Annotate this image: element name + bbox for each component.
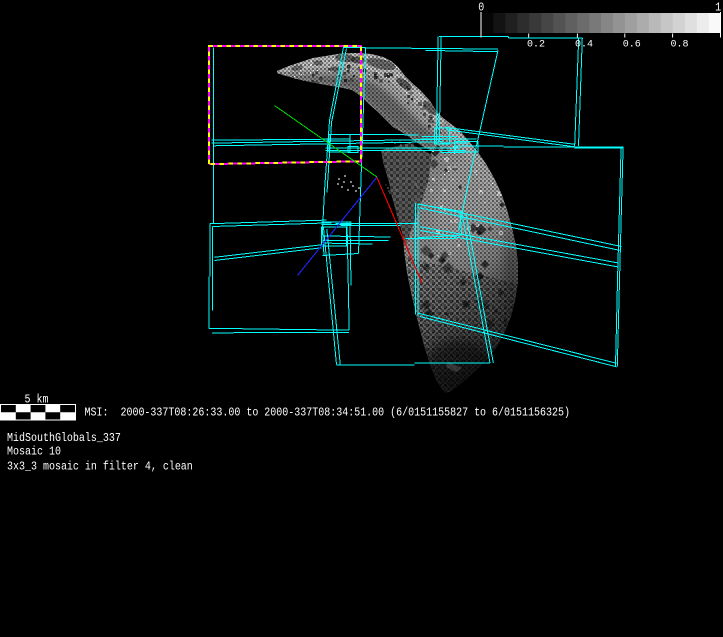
svg-text:3x3_3 mosaic in filter 4, clea: 3x3_3 mosaic in filter 4, clean — [7, 461, 193, 474]
svg-text:0.8: 0.8 — [671, 40, 689, 51]
svg-text:0.6: 0.6 — [623, 40, 641, 51]
svg-text:MidSouthGlobals_337: MidSouthGlobals_337 — [7, 432, 121, 445]
svg-text:5 km: 5 km — [25, 394, 49, 407]
svg-text:MSI: 2000-337T08:26:33.00 to: MSI: 2000-337T08:26:33.00 to 2000-337T08… — [85, 407, 570, 420]
svg-text:0.2: 0.2 — [527, 40, 545, 51]
svg-text:0.4: 0.4 — [575, 40, 593, 51]
svg-text:1: 1 — [715, 2, 721, 15]
svg-text:0: 0 — [478, 2, 484, 15]
svg-text:Mosaic 10: Mosaic 10 — [7, 446, 61, 459]
